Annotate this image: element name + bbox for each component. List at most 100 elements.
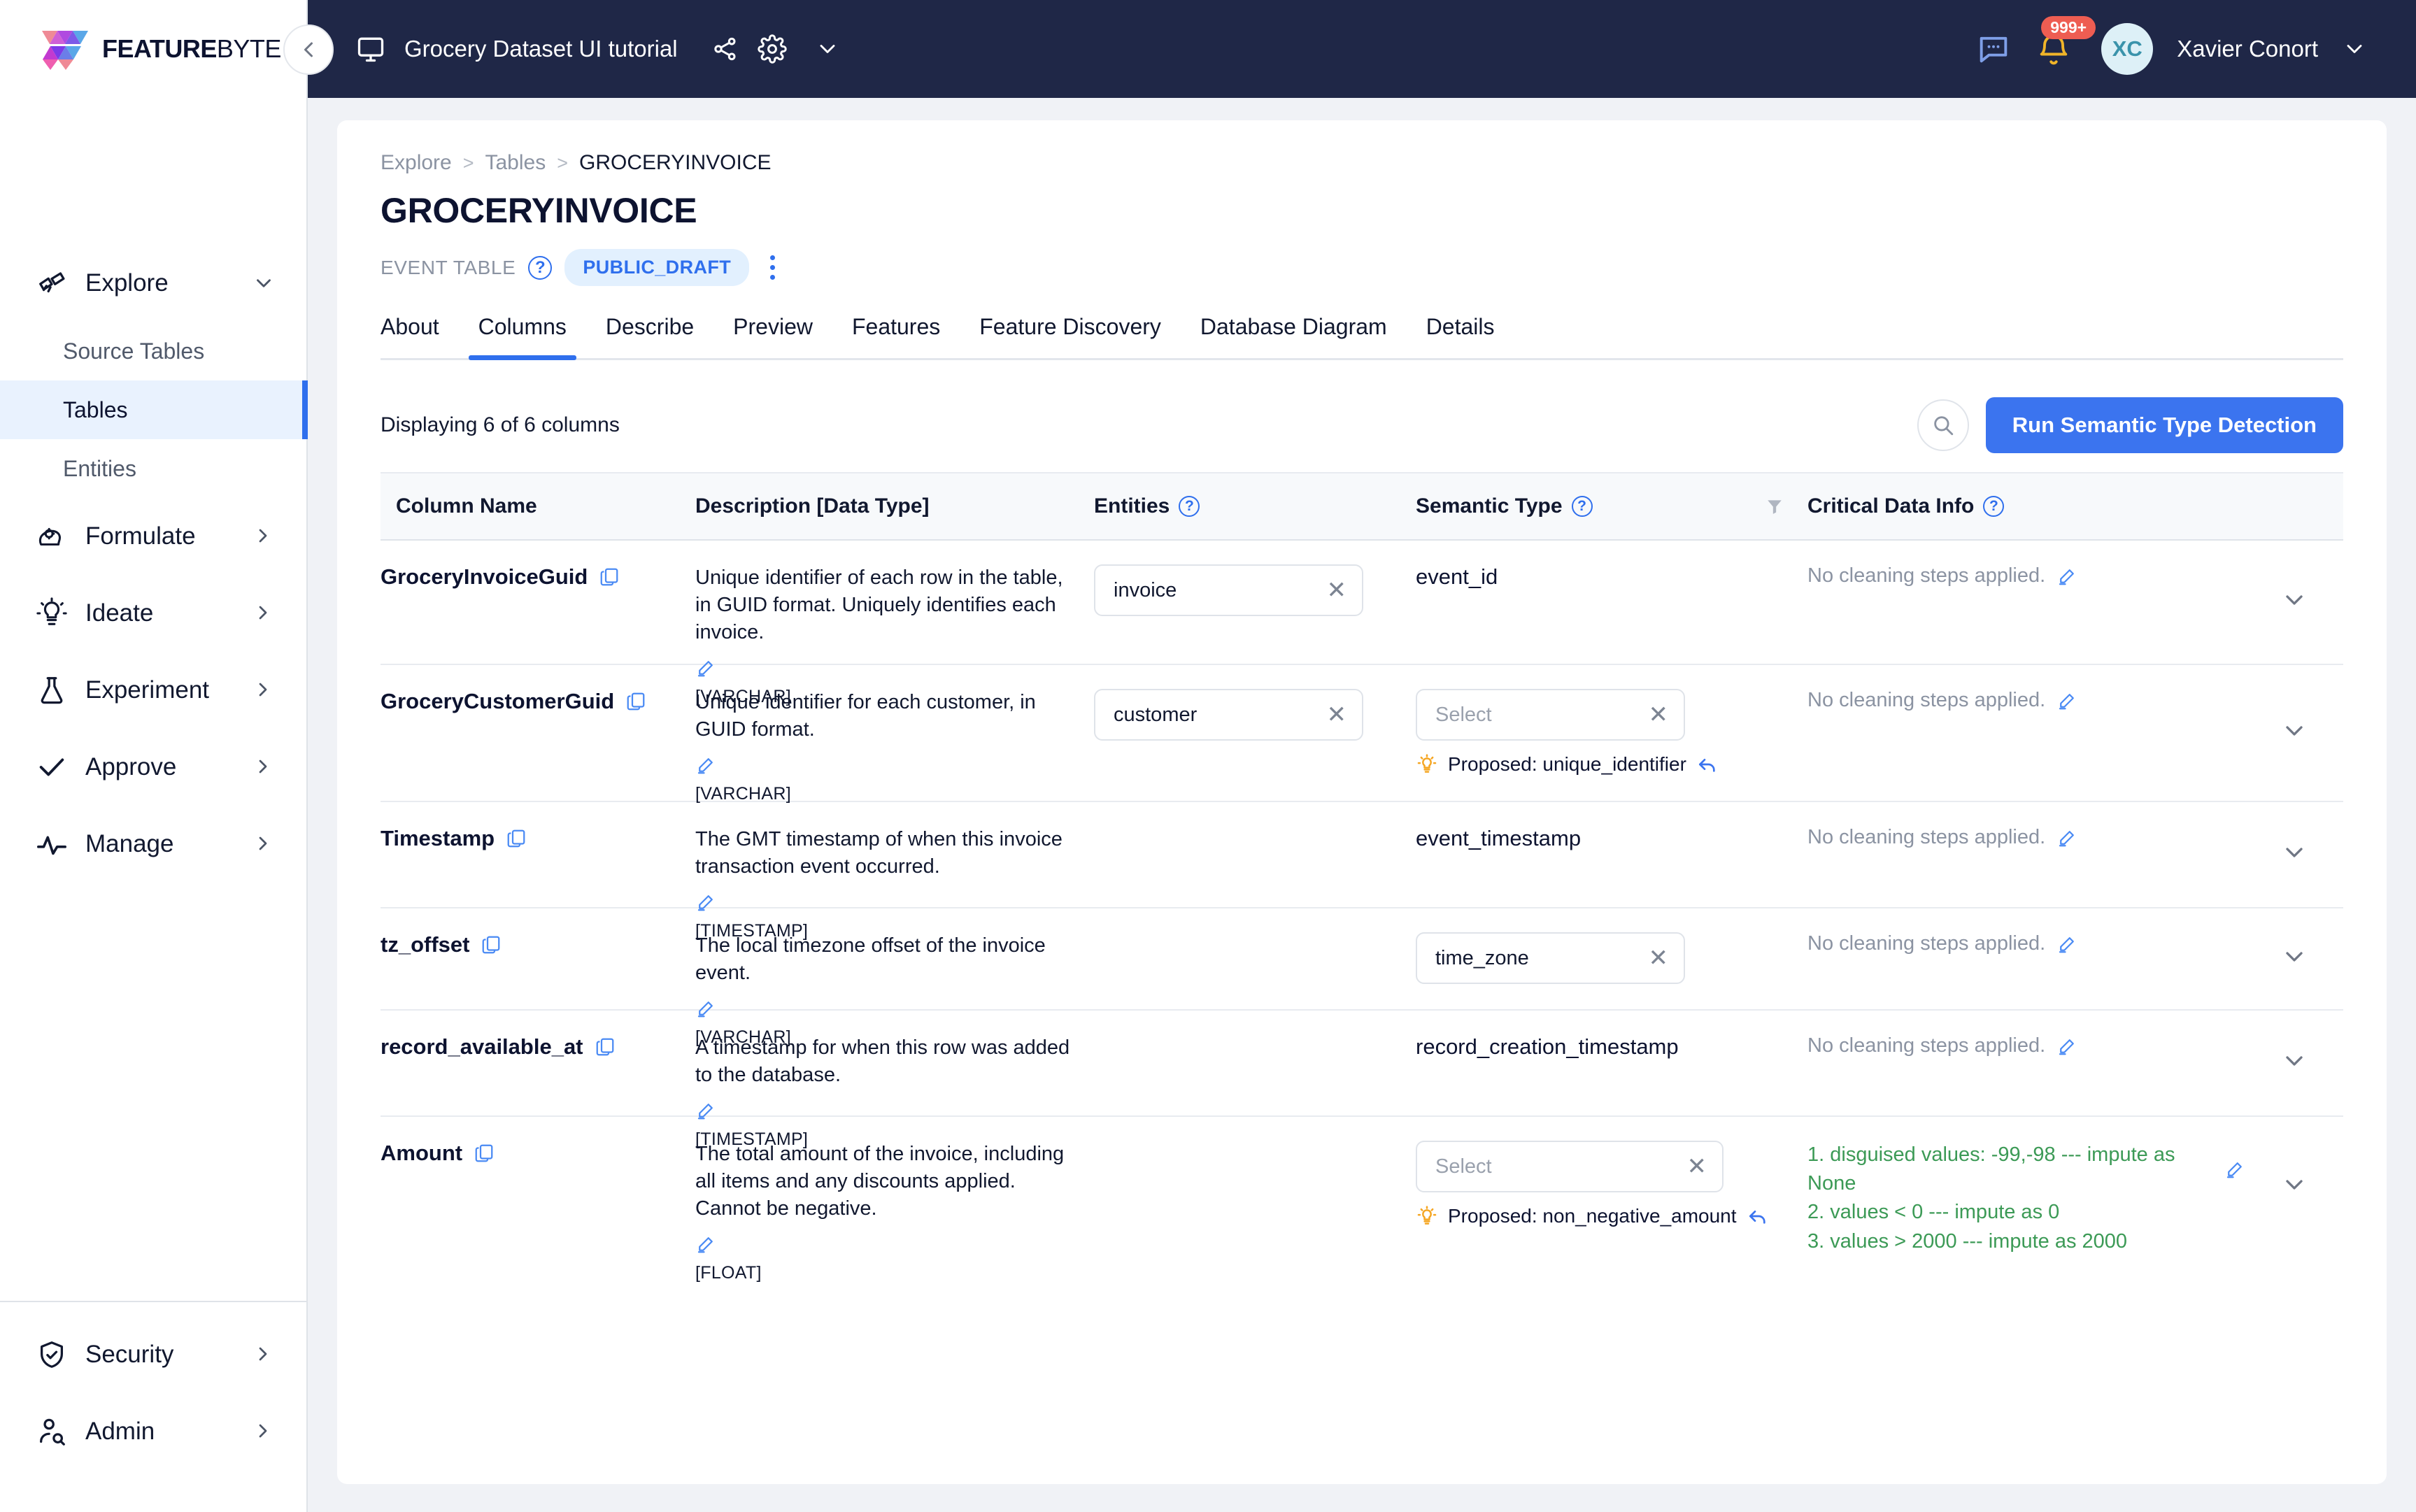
sidebar-collapse-button[interactable] bbox=[283, 24, 334, 75]
copy-icon[interactable] bbox=[595, 1036, 616, 1057]
filter-icon[interactable] bbox=[1765, 497, 1784, 515]
entity-chip[interactable]: customer ✕ bbox=[1094, 689, 1363, 741]
sidebar-item-entities[interactable]: Entities bbox=[0, 439, 306, 498]
tab-columns[interactable]: Columns bbox=[459, 314, 586, 360]
tab-feature-discovery[interactable]: Feature Discovery bbox=[960, 314, 1181, 358]
run-semantic-type-detection-button[interactable]: Run Semantic Type Detection bbox=[1985, 397, 2343, 453]
question-circle-icon[interactable]: ? bbox=[1571, 496, 1593, 517]
close-x-icon[interactable]: ✕ bbox=[1687, 1155, 1707, 1178]
sidebar-item-ideate[interactable]: Ideate bbox=[0, 575, 306, 652]
edit-pencil-icon[interactable] bbox=[2056, 566, 2077, 587]
close-x-icon[interactable]: ✕ bbox=[1649, 946, 1669, 970]
close-x-icon[interactable]: ✕ bbox=[1327, 578, 1347, 602]
question-circle-icon[interactable]: ? bbox=[1983, 496, 2005, 517]
chat-icon[interactable] bbox=[1975, 31, 2012, 67]
cell-semantic-type: Select ✕ Proposed: non_negative_amount bbox=[1416, 1117, 1807, 1257]
cell-description: Unique identifier of each row in the tab… bbox=[695, 541, 1094, 706]
status-badge[interactable]: PUBLIC_DRAFT bbox=[564, 249, 750, 286]
semantic-type-placeholder: Select bbox=[1435, 1155, 1492, 1178]
gear-icon[interactable] bbox=[757, 34, 787, 64]
chevron-right-icon[interactable] bbox=[252, 525, 276, 548]
avatar[interactable]: XC bbox=[2101, 23, 2154, 75]
entity-chip[interactable]: invoice ✕ bbox=[1094, 564, 1363, 616]
breadcrumb-tables[interactable]: Tables bbox=[485, 151, 546, 175]
cell-critical-data-info: No cleaning steps applied. bbox=[1807, 665, 2245, 801]
edit-pencil-icon[interactable] bbox=[2224, 1159, 2245, 1180]
row-expand-button[interactable] bbox=[2245, 665, 2343, 801]
copy-icon[interactable] bbox=[506, 828, 527, 849]
notifications[interactable]: 999+ bbox=[2035, 16, 2096, 73]
telescope-icon bbox=[34, 265, 70, 301]
copy-icon[interactable] bbox=[599, 566, 620, 587]
row-expand-button[interactable] bbox=[2245, 1011, 2343, 1115]
cell-description: The GMT timestamp of when this invoice t… bbox=[695, 802, 1094, 941]
tab-preview[interactable]: Preview bbox=[713, 314, 832, 358]
sidebar-item-security[interactable]: Security bbox=[0, 1316, 306, 1393]
close-x-icon[interactable]: ✕ bbox=[1649, 703, 1669, 727]
topbar-chevron-down-icon[interactable] bbox=[815, 36, 840, 62]
row-expand-button[interactable] bbox=[2245, 802, 2343, 907]
tab-features[interactable]: Features bbox=[832, 314, 960, 358]
semantic-type-select[interactable]: Select ✕ bbox=[1416, 1141, 1724, 1192]
chevron-right-icon[interactable] bbox=[252, 1343, 276, 1367]
copy-icon[interactable] bbox=[625, 691, 646, 712]
sidebar-item-explore[interactable]: Explore bbox=[0, 245, 306, 322]
sidebar-item-admin[interactable]: Admin bbox=[0, 1393, 306, 1470]
question-circle-icon[interactable]: ? bbox=[1179, 496, 1200, 517]
undo-arrow-icon[interactable] bbox=[1696, 753, 1719, 776]
share-icon[interactable] bbox=[711, 35, 739, 63]
row-expand-button[interactable] bbox=[2245, 541, 2343, 664]
sidebar-item-source-tables[interactable]: Source Tables bbox=[0, 322, 306, 380]
chevron-down-icon bbox=[2286, 1056, 2303, 1066]
undo-arrow-icon[interactable] bbox=[1747, 1205, 1769, 1227]
semantic-type-chip[interactable]: time_zone ✕ bbox=[1416, 932, 1685, 984]
chevron-right-icon[interactable] bbox=[252, 755, 276, 779]
cleaning-step-text: 1. disguised values: -99,-98 --- impute … bbox=[1807, 1143, 2175, 1195]
sidebar-item-manage[interactable]: Manage bbox=[0, 806, 306, 883]
cell-critical-data-info: No cleaning steps applied. bbox=[1807, 541, 2245, 664]
description-text: A timestamp for when this row was added … bbox=[695, 1036, 1070, 1087]
row-expand-button[interactable] bbox=[2245, 1117, 2343, 1257]
tab-details[interactable]: Details bbox=[1407, 314, 1514, 358]
cell-semantic-type: event_timestamp bbox=[1416, 802, 1807, 907]
edit-pencil-icon[interactable] bbox=[2056, 1036, 2077, 1057]
copy-icon[interactable] bbox=[474, 1143, 495, 1164]
sidebar-item-tables[interactable]: Tables bbox=[0, 380, 308, 439]
th-critical-data-info: Critical Data Info ? bbox=[1807, 473, 2245, 539]
cell-semantic-type: record_creation_timestamp bbox=[1416, 1011, 1807, 1115]
topbar-left: Grocery Dataset UI tutorial bbox=[308, 34, 840, 64]
copy-icon[interactable] bbox=[481, 934, 502, 955]
edit-pencil-icon[interactable] bbox=[695, 1234, 1094, 1255]
search-icon[interactable] bbox=[1917, 399, 1969, 451]
sidebar-item-label: Admin bbox=[85, 1418, 155, 1445]
edit-pencil-icon[interactable] bbox=[695, 755, 1094, 776]
brand-name: FEATUREBYTE bbox=[102, 34, 281, 64]
row-expand-button[interactable] bbox=[2245, 908, 2343, 1009]
sidebar-item-formulate[interactable]: Formulate bbox=[0, 498, 306, 575]
cell-critical-data-info: 1. disguised values: -99,-98 --- impute … bbox=[1807, 1117, 2245, 1257]
chevron-right-icon[interactable] bbox=[252, 601, 276, 625]
semantic-type-select[interactable]: Select ✕ bbox=[1416, 689, 1685, 741]
breadcrumb-explore[interactable]: Explore bbox=[381, 151, 452, 175]
chevron-right-icon[interactable] bbox=[252, 678, 276, 702]
edit-pencil-icon[interactable] bbox=[2056, 934, 2077, 955]
user-chevron-down-icon[interactable] bbox=[2342, 36, 2367, 62]
edit-pencil-icon[interactable] bbox=[2056, 690, 2077, 711]
workspace-title: Grocery Dataset UI tutorial bbox=[404, 36, 678, 62]
chevron-right-icon[interactable] bbox=[252, 832, 276, 856]
more-vertical-icon[interactable] bbox=[762, 252, 783, 284]
sidebar-item-approve[interactable]: Approve bbox=[0, 729, 306, 806]
chevron-down-icon[interactable] bbox=[252, 271, 276, 295]
sidebar-subitem-label: Tables bbox=[63, 397, 128, 422]
edit-pencil-icon[interactable] bbox=[2056, 827, 2077, 848]
user-name: Xavier Conort bbox=[2177, 36, 2318, 62]
table-type-label: EVENT TABLE bbox=[381, 256, 516, 278]
tab-about[interactable]: About bbox=[381, 314, 459, 358]
tab-database-diagram[interactable]: Database Diagram bbox=[1181, 314, 1407, 358]
close-x-icon[interactable]: ✕ bbox=[1327, 703, 1347, 727]
question-circle-icon[interactable]: ? bbox=[528, 255, 553, 280]
brand[interactable]: FEATUREBYTE bbox=[0, 0, 306, 98]
tab-describe[interactable]: Describe bbox=[586, 314, 713, 358]
chevron-right-icon[interactable] bbox=[252, 1420, 276, 1443]
sidebar-item-experiment[interactable]: Experiment bbox=[0, 652, 306, 729]
